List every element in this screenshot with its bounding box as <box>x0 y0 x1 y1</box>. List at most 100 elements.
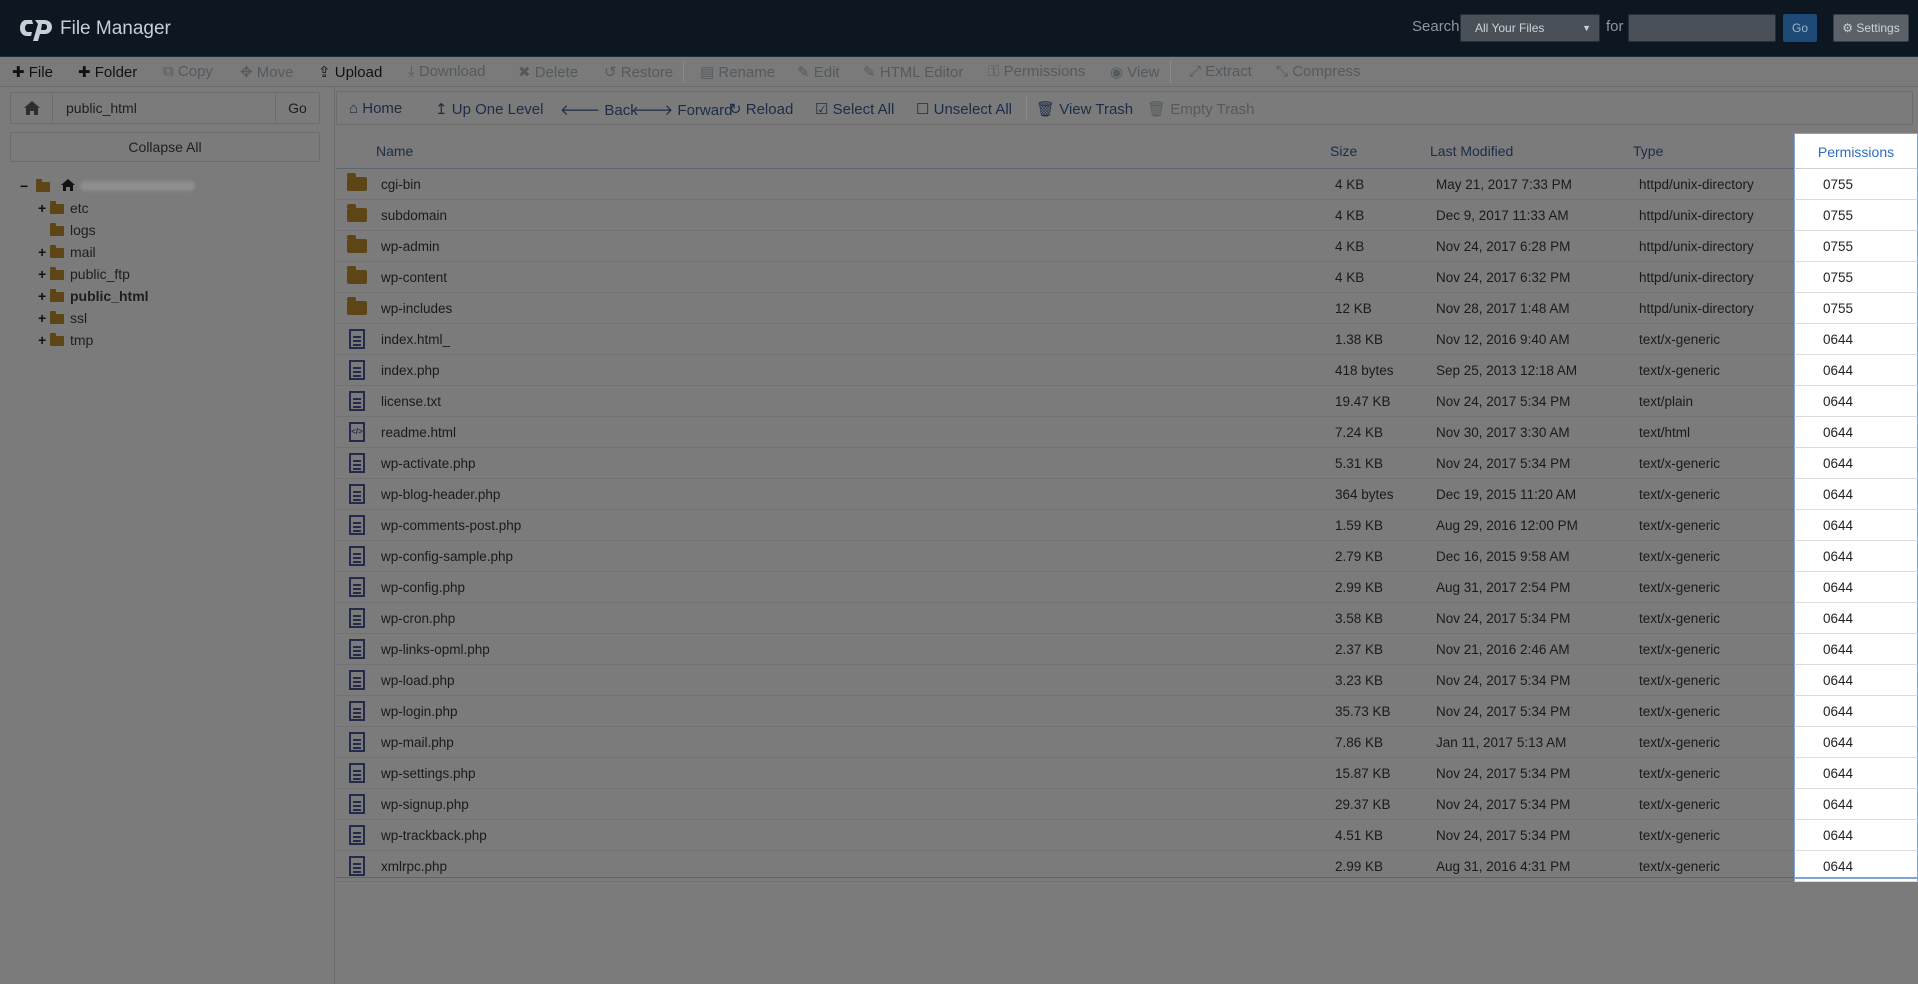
table-row[interactable]: wp-admin 4 KB Nov 24, 2017 6:28 PM httpd/un… <box>336 231 1918 262</box>
view-trash-button[interactable]: 🗑 View Trash <box>1036 100 1133 118</box>
cell-permissions[interactable]: 0644 <box>1794 820 1918 851</box>
cell-name[interactable]: wp-settings.php <box>381 766 476 781</box>
cell-name[interactable]: wp-comments-post.php <box>381 518 521 533</box>
table-row[interactable]: wp-login.php 35.73 KB Nov 24, 2017 5:34 PM… <box>336 696 1918 727</box>
cell-permissions[interactable]: 0644 <box>1794 665 1918 696</box>
new-folder-button[interactable]: ✚ Folder <box>78 63 137 81</box>
home-button[interactable] <box>11 93 53 123</box>
path-input[interactable]: public_html <box>66 100 137 116</box>
cell-permissions[interactable]: 0755 <box>1794 262 1918 293</box>
table-row[interactable]: wp-load.php 3.23 KB Nov 24, 2017 5:34 PM te… <box>336 665 1918 696</box>
upload-button[interactable]: ⇪ Upload <box>318 63 382 81</box>
cell-permissions[interactable]: 0644 <box>1794 789 1918 820</box>
settings-button[interactable]: ⚙ Settings <box>1833 14 1909 42</box>
extract-button[interactable]: ⤢ Extract <box>1189 63 1252 80</box>
cell-permissions[interactable]: 0644 <box>1794 386 1918 417</box>
cell-permissions[interactable]: 0644 <box>1794 572 1918 603</box>
cell-permissions[interactable]: 0755 <box>1794 200 1918 231</box>
column-header-last-modified[interactable]: Last Modified <box>1430 143 1513 159</box>
table-row[interactable]: wp-content 4 KB Nov 24, 2017 6:32 PM httpd/… <box>336 262 1918 293</box>
cell-name[interactable]: wp-load.php <box>381 673 455 688</box>
cell-name[interactable]: index.php <box>381 363 440 378</box>
tree-item-public-html[interactable]: + public_html <box>38 288 149 310</box>
cell-permissions[interactable]: 0644 <box>1794 479 1918 510</box>
table-row[interactable]: wp-links-opml.php 2.37 KB Nov 21, 2016 2:4… <box>336 634 1918 665</box>
cell-name[interactable]: xmlrpc.php <box>381 859 447 874</box>
cell-permissions[interactable]: 0755 <box>1794 231 1918 262</box>
column-header-type[interactable]: Type <box>1633 143 1663 159</box>
table-row[interactable]: wp-mail.php 7.86 KB Jan 11, 2017 5:13 AM te… <box>336 727 1918 758</box>
cell-permissions[interactable]: 0644 <box>1794 696 1918 727</box>
column-header-permissions[interactable]: Permissions <box>1794 133 1918 169</box>
empty-trash-button[interactable]: 🗑 Empty Trash <box>1147 100 1254 118</box>
cell-name[interactable]: wp-trackback.php <box>381 828 487 843</box>
cell-name[interactable]: wp-signup.php <box>381 797 469 812</box>
table-row[interactable]: wp-config-sample.php 2.79 KB Dec 16, 2015 … <box>336 541 1918 572</box>
cell-name[interactable]: subdomain <box>381 208 447 223</box>
table-row[interactable]: wp-trackback.php 4.51 KB Nov 24, 2017 5:34… <box>336 820 1918 851</box>
table-row[interactable]: cgi-bin 4 KB May 21, 2017 7:33 PM httpd/uni… <box>336 169 1918 200</box>
cell-name[interactable]: wp-cron.php <box>381 611 455 626</box>
cell-permissions[interactable]: 0755 <box>1794 293 1918 324</box>
tree-item-etc[interactable]: + etc <box>38 200 89 222</box>
permissions-button[interactable]: ⚿ Permissions <box>988 63 1085 80</box>
nav-home-button[interactable]: ⌂ Home <box>349 100 402 117</box>
cell-name[interactable]: wp-content <box>381 270 447 285</box>
table-row[interactable]: wp-cron.php 3.58 KB Nov 24, 2017 5:34 PM te… <box>336 603 1918 634</box>
up-one-level-button[interactable]: ↥ Up One Level <box>435 100 543 118</box>
table-row[interactable]: wp-settings.php 15.87 KB Nov 24, 2017 5:34… <box>336 758 1918 789</box>
tree-item-mail[interactable]: + mail <box>38 244 96 266</box>
cell-name[interactable]: wp-blog-header.php <box>381 487 500 502</box>
path-go-button[interactable]: Go <box>275 93 319 123</box>
column-header-name[interactable]: Name <box>376 143 413 159</box>
table-row[interactable]: subdomain 4 KB Dec 9, 2017 11:33 AM httpd/u… <box>336 200 1918 231</box>
table-row[interactable]: wp-blog-header.php 364 bytes Dec 19, 2015 … <box>336 479 1918 510</box>
table-row[interactable]: wp-includes 12 KB Nov 28, 2017 1:48 AM http… <box>336 293 1918 324</box>
cell-name[interactable]: wp-includes <box>381 301 452 316</box>
cell-permissions[interactable]: 0644 <box>1794 510 1918 541</box>
cell-permissions[interactable]: 0644 <box>1794 448 1918 479</box>
search-input[interactable] <box>1628 14 1776 42</box>
table-row[interactable]: wp-config.php 2.99 KB Aug 31, 2017 2:54 PM… <box>336 572 1918 603</box>
cell-name[interactable]: wp-activate.php <box>381 456 476 471</box>
new-file-button[interactable]: ✚ File <box>12 63 53 81</box>
back-button[interactable]: 🡐 Back <box>560 100 638 119</box>
collapse-all-button[interactable]: Collapse All <box>10 132 320 162</box>
cell-permissions[interactable]: 0644 <box>1794 324 1918 355</box>
tree-item-public-ftp[interactable]: + public_ftp <box>38 266 130 288</box>
reload-button[interactable]: ↻ Reload <box>729 100 793 118</box>
cell-name[interactable]: wp-login.php <box>381 704 458 719</box>
table-row[interactable]: license.txt 19.47 KB Nov 24, 2017 5:34 PM t… <box>336 386 1918 417</box>
move-button[interactable]: ✥ Move <box>240 63 293 81</box>
forward-button[interactable]: 🡒 Forward <box>633 100 732 119</box>
restore-button[interactable]: ↺ Restore <box>604 63 673 81</box>
table-row[interactable]: wp-signup.php 29.37 KB Nov 24, 2017 5:34 P… <box>336 789 1918 820</box>
tree-root[interactable]: − <box>20 178 195 200</box>
delete-button[interactable]: ✖ Delete <box>518 63 578 81</box>
cell-name[interactable]: wp-config.php <box>381 580 465 595</box>
table-row[interactable]: </> readme.html 7.24 KB Nov 30, 2017 3:30 A… <box>336 417 1918 448</box>
search-scope-select[interactable]: All Your Files ▼ <box>1460 14 1600 42</box>
cell-permissions[interactable]: 0644 <box>1794 603 1918 634</box>
table-row[interactable]: index.html_ 1.38 KB Nov 12, 2016 9:40 AM te… <box>336 324 1918 355</box>
compress-button[interactable]: ⤡ Compress <box>1276 63 1361 80</box>
copy-button[interactable]: ⧉ Copy <box>163 63 213 80</box>
cell-name[interactable]: index.html_ <box>381 332 450 347</box>
search-go-button[interactable]: Go <box>1783 14 1817 42</box>
cell-name[interactable]: wp-config-sample.php <box>381 549 513 564</box>
tree-item-logs[interactable]: logs <box>50 222 96 244</box>
table-row[interactable]: wp-activate.php 5.31 KB Nov 24, 2017 5:34 … <box>336 448 1918 479</box>
table-row[interactable]: wp-comments-post.php 1.59 KB Aug 29, 2016 … <box>336 510 1918 541</box>
column-header-size[interactable]: Size <box>1330 143 1357 159</box>
view-button[interactable]: ◉ View <box>1110 63 1160 81</box>
cell-name[interactable]: wp-admin <box>381 239 440 254</box>
cell-name[interactable]: cgi-bin <box>381 177 421 192</box>
html-editor-button[interactable]: ✎ HTML Editor <box>863 63 963 81</box>
cell-name[interactable]: wp-mail.php <box>381 735 454 750</box>
download-button[interactable]: ⤓ Download <box>408 63 486 80</box>
rename-button[interactable]: ▤ Rename <box>700 63 775 81</box>
table-row[interactable]: index.php 418 bytes Sep 25, 2013 12:18 AM t… <box>336 355 1918 386</box>
select-all-button[interactable]: ☑ Select All <box>815 100 894 118</box>
edit-button[interactable]: ✎ Edit <box>797 63 840 81</box>
cell-name[interactable]: readme.html <box>381 425 456 440</box>
